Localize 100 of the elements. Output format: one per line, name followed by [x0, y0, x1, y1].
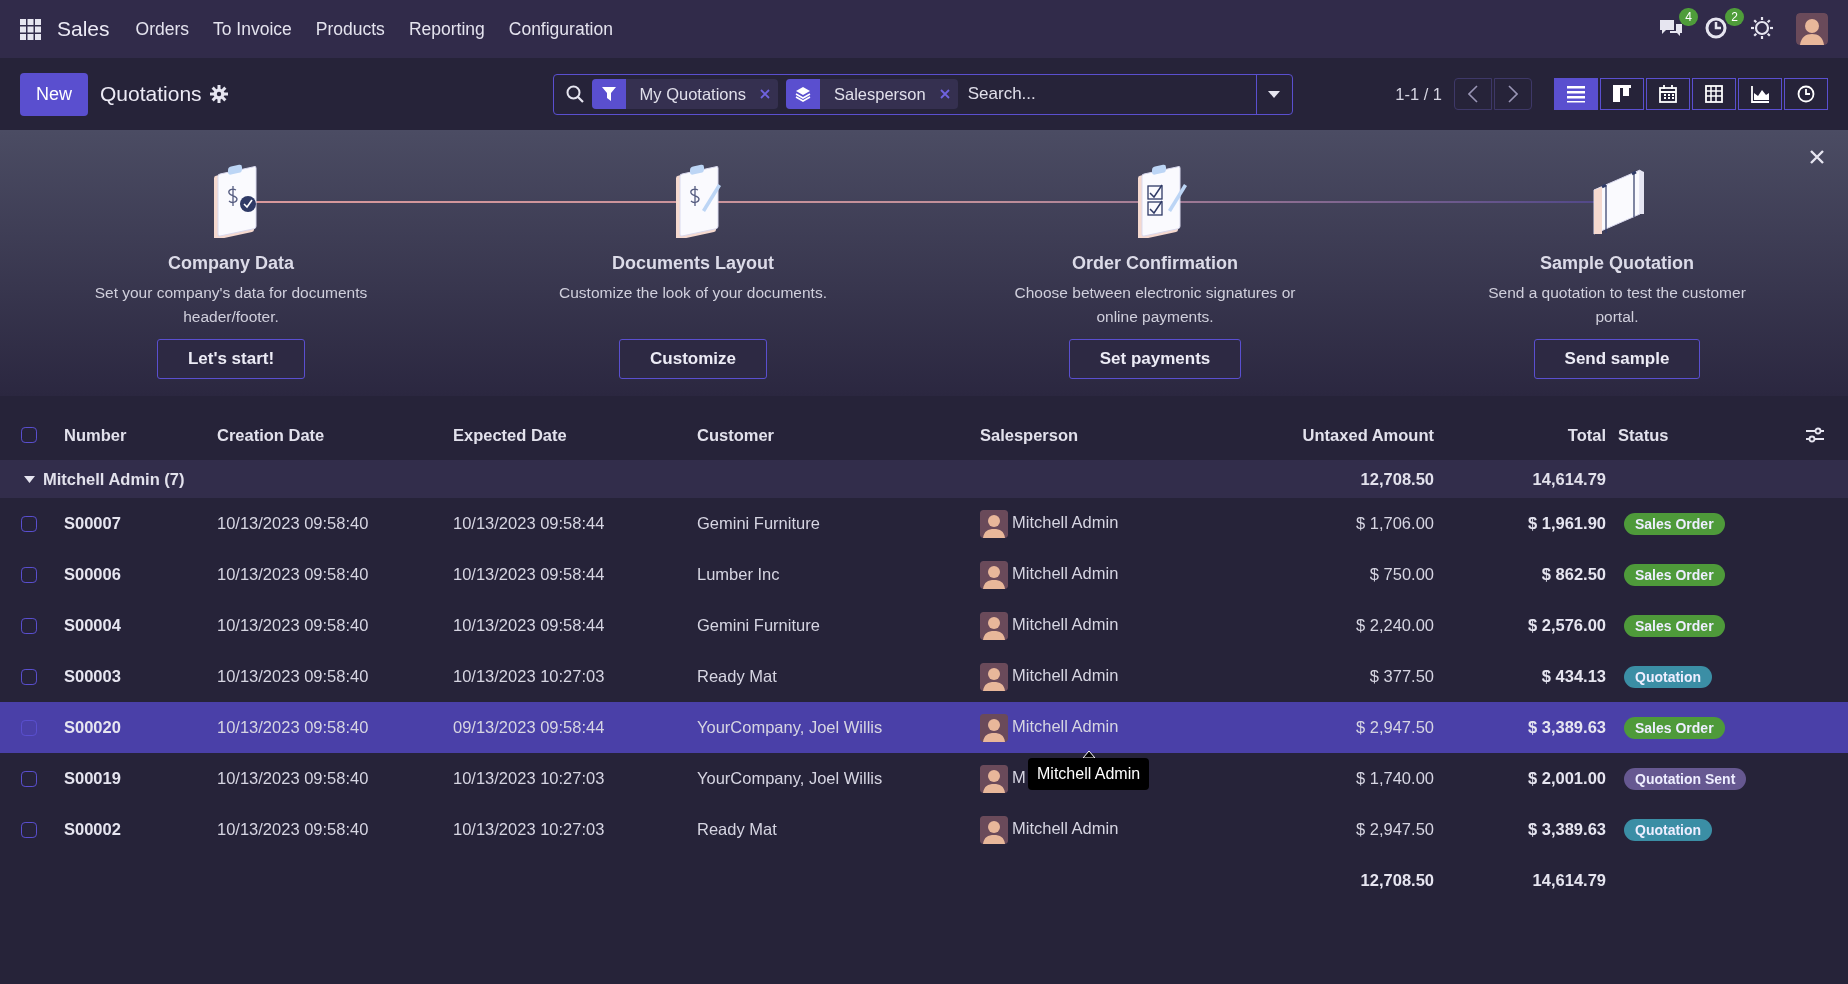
step-button[interactable]: Set payments — [1068, 339, 1242, 379]
group-row[interactable]: Mitchell Admin (7) 12,708.50 14,614.79 — [0, 460, 1848, 498]
order-number: S00004 — [64, 616, 121, 635]
table-cell-text: $ 1,740.00 — [1356, 768, 1434, 790]
step-title: Documents Layout — [612, 252, 774, 275]
table-cell: 10/13/2023 09:58:40 — [217, 616, 369, 635]
step-button[interactable]: Send sample — [1533, 339, 1701, 379]
status-badge: Quotation — [1624, 666, 1713, 689]
caret-icon[interactable] — [1268, 90, 1281, 98]
filter-facet[interactable]: My Quotations — [591, 79, 778, 109]
order-number: S00002 — [64, 820, 121, 839]
table-cell: 10/13/2023 09:58:40 — [217, 718, 369, 737]
menu-item[interactable]: Products — [303, 15, 397, 43]
gear-icon[interactable] — [209, 85, 228, 103]
salesperson-name: M — [1012, 767, 1026, 786]
total-amount: 14,614.79 — [1532, 870, 1606, 892]
table-cell: 10/13/2023 09:58:40 — [217, 565, 369, 584]
avatar-icon — [980, 560, 1008, 589]
filter-facet[interactable]: Salesperson — [786, 79, 958, 109]
user-avatar[interactable] — [1796, 13, 1828, 45]
menu-item[interactable]: To Invoice — [201, 15, 304, 43]
step-title: Order Confirmation — [1072, 252, 1238, 275]
row-checkbox[interactable] — [21, 566, 37, 583]
row-checkbox[interactable] — [21, 515, 37, 532]
view-switch-button[interactable] — [1554, 78, 1598, 110]
order-number: S00019 — [64, 769, 121, 788]
new-button[interactable]: New — [20, 72, 88, 116]
table-cell-text: $ 2,947.50 — [1356, 717, 1434, 739]
sun-icon[interactable] — [1750, 16, 1774, 40]
row-checkbox[interactable] — [21, 617, 37, 634]
column-header[interactable]: Creation Date — [217, 425, 325, 444]
view-switch-button[interactable] — [1692, 78, 1736, 110]
status-badge: Sales Order — [1624, 615, 1725, 638]
status-badge: Sales Order — [1624, 513, 1725, 536]
table-cell: 10/13/2023 09:58:40 — [217, 514, 369, 533]
table-cell: 10/13/2023 09:58:44 — [453, 565, 605, 584]
table-cell-text: $ 2,947.50 — [1356, 819, 1434, 841]
layers-icon — [795, 86, 811, 102]
pager-text: 1-1 / 1 — [1395, 83, 1442, 105]
salesperson-name: Mitchell Admin — [1012, 665, 1119, 684]
row-checkbox[interactable] — [21, 719, 37, 736]
activity-view-icon — [1797, 85, 1815, 103]
column-header[interactable]: Total — [1567, 422, 1606, 448]
area-chart-icon — [1751, 85, 1769, 103]
table-cell-text: $ 2,576.00 — [1528, 615, 1606, 637]
status-badge: Sales Order — [1624, 564, 1725, 587]
view-switch-button[interactable] — [1600, 78, 1644, 110]
app-grid-icon[interactable] — [20, 18, 41, 40]
row-checkbox[interactable] — [21, 668, 37, 685]
table-cell-text: $ 862.50 — [1541, 564, 1606, 586]
step-description: Send a quotation to test the customer portal. — [1487, 283, 1747, 327]
step-title: Sample Quotation — [1540, 252, 1694, 275]
column-header[interactable]: Number — [64, 425, 127, 444]
salesperson-name: Mitchell Admin — [1012, 563, 1119, 582]
avatar-icon — [980, 611, 1008, 640]
column-header[interactable]: Status — [1618, 425, 1669, 444]
salesperson-name: Mitchell Admin — [1012, 716, 1119, 735]
avatar-icon — [980, 764, 1008, 793]
avatar-icon — [980, 815, 1008, 844]
table-cell: Gemini Furniture — [697, 514, 820, 533]
menu-item[interactable]: Reporting — [396, 15, 497, 43]
close-icon[interactable] — [760, 89, 770, 99]
step-button[interactable]: Customize — [619, 339, 767, 379]
previous-button[interactable] — [1454, 78, 1492, 110]
table-cell-text: $ 750.00 — [1369, 564, 1434, 586]
select-all-checkbox[interactable] — [21, 427, 37, 443]
close-icon — [1810, 150, 1824, 164]
column-header[interactable]: Customer — [697, 425, 774, 444]
row-checkbox[interactable] — [21, 821, 37, 838]
menu-item[interactable]: Configuration — [496, 15, 625, 43]
view-switch-button[interactable] — [1646, 78, 1690, 110]
step-button[interactable]: Let's start! — [156, 339, 306, 379]
table-cell: 10/13/2023 09:58:40 — [217, 769, 369, 788]
table-cell: YourCompany, Joel Willis — [697, 718, 883, 737]
table-cell: Gemini Furniture — [697, 616, 820, 635]
step-description: Set your company's data for documents header/footer. — [93, 283, 369, 327]
salesperson-name: Mitchell Admin — [1012, 512, 1119, 531]
clock-icon[interactable] — [1704, 16, 1728, 40]
group-amount: 14,614.79 — [1532, 468, 1606, 490]
table-cell: Ready Mat — [697, 667, 777, 686]
table-cell-text: $ 2,001.00 — [1528, 768, 1606, 790]
column-header[interactable]: Untaxed Amount — [1302, 422, 1434, 448]
caret-down-icon[interactable] — [24, 475, 35, 483]
page-title: Quotations — [100, 81, 202, 108]
row-checkbox[interactable] — [21, 770, 37, 787]
column-header[interactable]: Salesperson — [980, 425, 1079, 444]
table-cell-text: $ 3,389.63 — [1528, 819, 1606, 841]
sliders-icon[interactable] — [1806, 427, 1824, 443]
order-number: S00006 — [64, 565, 121, 584]
view-switch-button[interactable] — [1738, 78, 1782, 110]
chevron-left-icon — [1468, 85, 1478, 103]
close-icon[interactable] — [939, 89, 950, 99]
step-title: Company Data — [168, 252, 294, 275]
search-bar[interactable]: My Quotations Salesperson Search... — [552, 73, 1293, 115]
menu-item[interactable]: Orders — [123, 15, 201, 43]
column-header[interactable]: Expected Date — [453, 425, 567, 444]
next-button[interactable] — [1494, 78, 1532, 110]
app-name[interactable]: Sales — [57, 13, 110, 45]
order-number: S00020 — [64, 718, 121, 737]
view-switch-button[interactable] — [1784, 78, 1828, 110]
